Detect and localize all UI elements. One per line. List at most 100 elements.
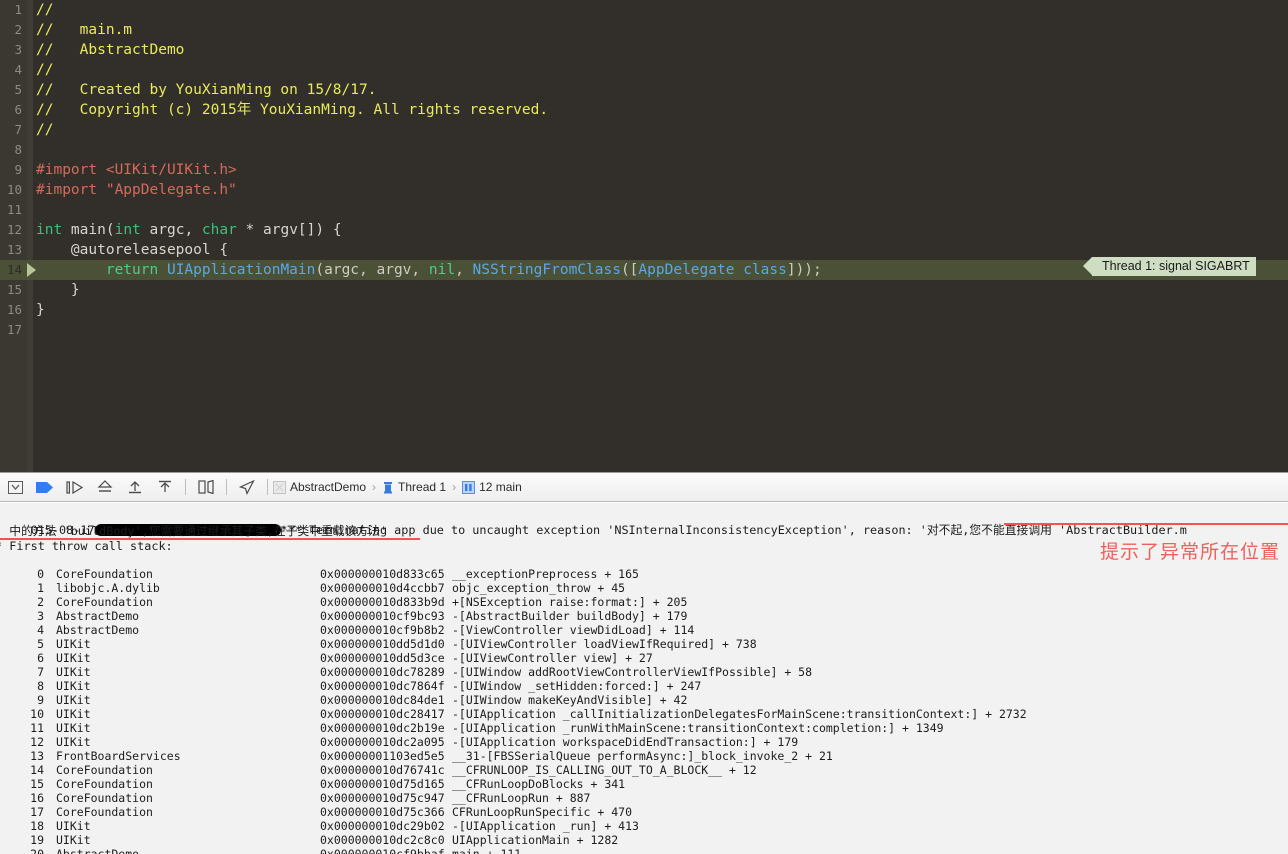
source-editor[interactable]: 1 // 2 // main.m 3 // AbstractDemo 4 // 5 // Crea… (0, 0, 1288, 472)
call-stack-list[interactable]: 0 CoreFoundation 0x000000010d833c65 __excep… (0, 567, 1288, 854)
sigabrt-annotation-bubble[interactable]: Thread 1: signal SIGABRT (1083, 257, 1256, 276)
stack-frame-library: AbstractDemo (56, 847, 140, 854)
stack-frame-library: UIKit (56, 707, 91, 721)
stack-frame-index: 3 (37, 609, 44, 623)
code-line[interactable]: 4 // (0, 60, 1288, 80)
stack-frame-address: 0x000000010dc28417 (320, 707, 445, 721)
stack-frame-index: 16 (30, 791, 44, 805)
code-line[interactable]: 17 (0, 320, 1288, 340)
stack-frame-row[interactable]: 12 UIKit 0x000000010dc2a095 -[UIApplication… (0, 735, 1288, 749)
code-lines-container[interactable]: 1 // 2 // main.m 3 // AbstractDemo 4 // 5 // Crea… (0, 0, 1288, 472)
stack-frame-index: 7 (37, 665, 44, 679)
code-token: NSStringFromClass (472, 262, 621, 278)
breadcrumb-item-frame[interactable]: 12 main (479, 480, 522, 494)
hide-debug-area-icon[interactable] (2, 476, 28, 498)
stack-frame-index: 13 (30, 749, 44, 763)
code-token: // Created by YouXianMing on 15/8/17. (36, 82, 377, 98)
stack-frame-row[interactable]: 4 AbstractDemo 0x000000010cf9b8b2 -[ViewCon… (0, 623, 1288, 637)
line-number: 2 (14, 22, 22, 37)
line-number: 15 (6, 282, 22, 297)
code-token: // (36, 62, 54, 78)
stack-frame-symbol: -[UIWindow makeKeyAndVisible] + 42 (452, 693, 688, 707)
code-text: int main(int argc, char * argv[]) { (36, 220, 342, 240)
stack-frame-symbol: -[AbstractBuilder buildBody] + 179 (452, 609, 688, 623)
stack-frame-row[interactable]: 5 UIKit 0x000000010dd5d1d0 -[UIViewControll… (0, 637, 1288, 651)
code-line[interactable]: 5 // Created by YouXianMing on 15/8/17. (0, 80, 1288, 100)
debug-view-hierarchy-icon[interactable] (193, 476, 219, 498)
stack-frame-symbol: __CFRunLoopDoBlocks + 341 (452, 777, 626, 791)
stack-frame-address: 0x000000010dc2c8c0 (320, 833, 445, 847)
code-line[interactable]: 11 (0, 200, 1288, 220)
stack-frame-row[interactable]: 18 UIKit 0x000000010dc29b02 -[UIApplication… (0, 819, 1288, 833)
code-line[interactable]: 10 #import "AppDelegate.h" (0, 180, 1288, 200)
stack-frame-row[interactable]: 20 AbstractDemo 0x000000010cf9bbaf main + 1… (0, 847, 1288, 854)
stack-frame-index: 1 (37, 581, 44, 595)
stack-frame-row[interactable]: 17 CoreFoundation 0x000000010d75c366 CFRunL… (0, 805, 1288, 819)
stack-frame-address: 0x000000010dd5d3ce (320, 651, 445, 665)
stack-frame-row[interactable]: 2 CoreFoundation 0x000000010d833b9d +[NSExc… (0, 595, 1288, 609)
step-out-alt-icon[interactable] (152, 476, 178, 498)
step-over-icon[interactable] (62, 476, 88, 498)
stack-frame-address: 0x000000010dd5d1d0 (320, 637, 445, 651)
stack-frame-row[interactable]: 10 UIKit 0x000000010dc28417 -[UIApplication… (0, 707, 1288, 721)
code-line[interactable]: 6 // Copyright (c) 2015年 YouXianMing. All… (0, 100, 1288, 120)
stack-frame-library: libobjc.A.dylib (56, 581, 160, 595)
stack-frame-symbol: -[UIWindow addRootViewControllerViewIfPo… (452, 665, 813, 679)
step-out-icon[interactable] (122, 476, 148, 498)
line-number: 10 (6, 182, 22, 197)
debug-toolbar[interactable]: AbstractDemo › Thread 1 › 12 main (0, 472, 1288, 502)
step-into-icon[interactable] (92, 476, 118, 498)
code-token: main( (62, 222, 115, 238)
stack-frame-row[interactable]: 0 CoreFoundation 0x000000010d833c65 __excep… (0, 567, 1288, 581)
stack-frame-row[interactable]: 3 AbstractDemo 0x000000010cf9bc93 -[Abstrac… (0, 609, 1288, 623)
stack-frame-symbol: CFRunLoopRunSpecific + 470 (452, 805, 633, 819)
stack-frame-symbol: -[UIApplication _callInitializationDeleg… (452, 707, 1027, 721)
stack-frame-row[interactable]: 1 libobjc.A.dylib 0x000000010d4ccbb7 objc_e… (0, 581, 1288, 595)
line-number: 12 (6, 222, 22, 237)
stack-frame-row[interactable]: 7 UIKit 0x000000010dc78289 -[UIWindow addRo… (0, 665, 1288, 679)
line-number: 11 (6, 202, 22, 217)
console-message-line-2: 7' 中的方法 'buildBody',您需要通过继承其子类,在子类中重载该方法… (0, 524, 388, 538)
code-line[interactable]: 15 } (0, 280, 1288, 300)
code-line[interactable]: 1 // (0, 0, 1288, 20)
code-text: // (36, 60, 53, 80)
stack-frame-row[interactable]: 14 CoreFoundation 0x000000010d76741c __CFRU… (0, 763, 1288, 777)
breadcrumb-item-process[interactable]: AbstractDemo (290, 480, 366, 494)
continue-execution-icon[interactable] (32, 476, 58, 498)
code-text: return UIApplicationMain(argc, argv, nil… (36, 260, 822, 280)
code-text: // AbstractDemo (36, 40, 184, 60)
xcode-debug-window: 1 // 2 // main.m 3 // AbstractDemo 4 // 5 // Crea… (0, 0, 1288, 854)
code-line[interactable]: 7 // (0, 120, 1288, 140)
stack-frame-row[interactable]: 11 UIKit 0x000000010dc2b19e -[UIApplication… (0, 721, 1288, 735)
line-number: 14 (6, 262, 22, 277)
console-output-area[interactable]: 015-08-17 *** Terminating app due to unca… (0, 503, 1288, 854)
stack-frame-symbol: -[UIApplication _run] + 413 (452, 819, 639, 833)
stack-frame-address: 0x000000010d75c947 (320, 791, 445, 805)
code-token: #import (36, 162, 106, 178)
code-token: // (36, 2, 54, 18)
stack-frame-row[interactable]: 15 CoreFoundation 0x000000010d75d165 __CFRu… (0, 777, 1288, 791)
code-line[interactable]: 9 #import <UIKit/UIKit.h> (0, 160, 1288, 180)
code-token: (argc, argv, (315, 262, 429, 278)
stack-frame-row[interactable]: 16 CoreFoundation 0x000000010d75c947 __CFRu… (0, 791, 1288, 805)
breadcrumb[interactable]: AbstractDemo › Thread 1 › 12 main (273, 480, 522, 494)
code-token: // Copyright (c) 2015年 YouXianMing. All … (36, 102, 549, 118)
code-line[interactable]: 12 int main(int argc, char * argv[]) { (0, 220, 1288, 240)
code-token: char (201, 222, 237, 238)
stack-frame-index: 9 (37, 693, 44, 707)
stack-frame-row[interactable]: 6 UIKit 0x000000010dd5d3ce -[UIViewControll… (0, 651, 1288, 665)
stack-frame-row[interactable]: 13 FrontBoardServices 0x00000001103ed5e5 __… (0, 749, 1288, 763)
toolbar-divider-3 (267, 479, 268, 495)
stack-frame-address: 0x00000001103ed5e5 (320, 749, 445, 763)
simulate-location-icon[interactable] (234, 476, 260, 498)
stack-frame-row[interactable]: 19 UIKit 0x000000010dc2c8c0 UIApplicationMa… (0, 833, 1288, 847)
code-line[interactable]: 16} (0, 300, 1288, 320)
code-line[interactable]: 8 (0, 140, 1288, 160)
stack-frame-row[interactable]: 8 UIKit 0x000000010dc7864f -[UIWindow _setH… (0, 679, 1288, 693)
code-text: // Copyright (c) 2015年 YouXianMing. All … (36, 100, 548, 120)
code-line[interactable]: 2 // main.m (0, 20, 1288, 40)
code-line[interactable]: 3 // AbstractDemo (0, 40, 1288, 60)
breadcrumb-item-thread[interactable]: Thread 1 (398, 480, 446, 494)
code-token: @autoreleasepool { (36, 242, 229, 258)
stack-frame-row[interactable]: 9 UIKit 0x000000010dc84de1 -[UIWindow makeK… (0, 693, 1288, 707)
